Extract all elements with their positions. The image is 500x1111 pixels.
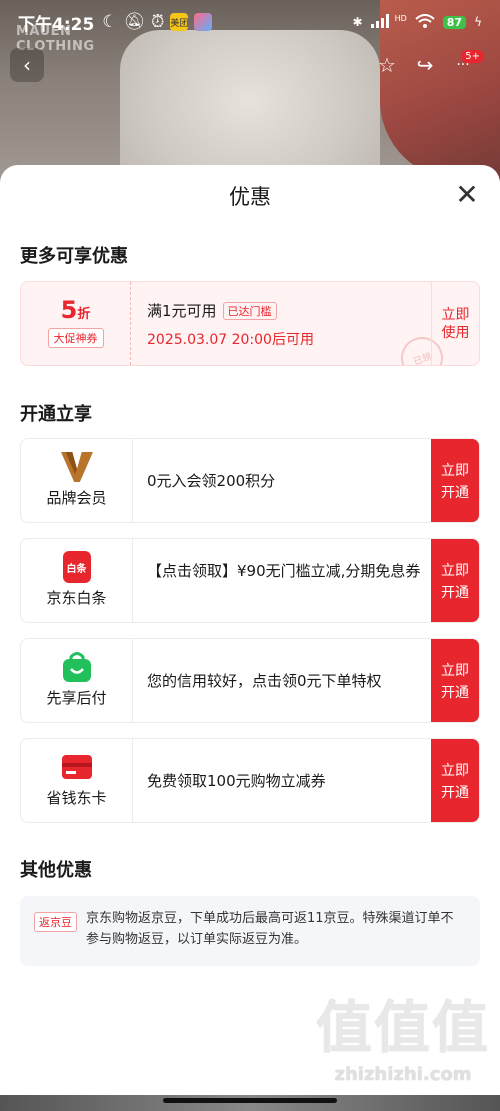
- service-card-brand-member[interactable]: 品牌会员 0元入会领200积分 立即开通: [20, 438, 480, 523]
- jingdou-rebate-text: 京东购物返京豆，下单成功后最高可返11京豆。特殊渠道订单不参与购物返豆，以订单实…: [86, 911, 454, 947]
- jingdou-tag: 返京豆: [34, 912, 77, 932]
- favorite-button[interactable]: ☆: [370, 48, 404, 82]
- service-left-panel: 品牌会员: [21, 439, 133, 522]
- service-left-panel: 先享后付: [21, 639, 133, 722]
- coupon-condition: 满1元可用: [147, 302, 217, 320]
- status-time: 下午4:25: [18, 14, 95, 35]
- section-title-other-discounts: 其他优惠: [20, 860, 92, 881]
- coupon-discount: 5折: [21, 296, 130, 324]
- meituan-app-icon: 美团: [170, 13, 188, 31]
- service-description: 【点击领取】¥90无门槛立减,分期免息券: [147, 562, 421, 580]
- signal-icon: [370, 13, 393, 31]
- open-button-line1: 立即: [441, 762, 469, 779]
- wifi-icon: [415, 13, 435, 31]
- moon-icon: ☾: [102, 12, 118, 32]
- service-description: 0元入会领200积分: [147, 472, 276, 490]
- bluetooth-icon: ✱: [352, 15, 363, 29]
- section-title-more-discounts: 更多可享优惠: [20, 246, 128, 267]
- service-card-pay-later[interactable]: 先享后付 您的信用较好，点击领0元下单特权 立即开通: [20, 638, 480, 723]
- coupon-tag: 大促神券: [47, 328, 104, 348]
- site-watermark: 值值值 zhizhizhi.com: [316, 983, 490, 1085]
- close-button[interactable]: ✕: [452, 180, 482, 210]
- watermark-url: zhizhizhi.com: [334, 1064, 472, 1085]
- coupon-card[interactable]: 5折 大促神券 满1元可用 已达门槛 2025.03.07 20:00后可用 已…: [20, 281, 480, 366]
- discount-bottom-sheet: 优惠 ✕ 更多可享优惠 5折 大促神券 满1元可用 已达门槛 2025.03.0…: [0, 165, 500, 1111]
- service-card-jd-baitiao[interactable]: 白条 京东白条 【点击领取】¥90无门槛立减,分期免息券 立即开通: [20, 538, 480, 623]
- hd-label: HD: [394, 13, 407, 23]
- product-nav-bar: ‹ ☆ ↪ ··· 5+: [0, 48, 500, 88]
- coupon-discount-value: 5: [60, 296, 78, 324]
- alarm-icon: ⏰︎: [151, 12, 165, 32]
- use-button-line2: 使用: [441, 324, 470, 341]
- open-now-button[interactable]: 立即 开通: [431, 439, 479, 522]
- coupon-info: 满1元可用 已达门槛 2025.03.07 20:00后可用: [147, 300, 314, 349]
- open-button-line2: 开通: [441, 484, 469, 501]
- service-name: 省钱东卡: [46, 789, 107, 807]
- sheet-title: 优惠: [229, 185, 271, 209]
- status-icons: ☾ 🔕︎ ⏰︎ 美团: [102, 12, 213, 32]
- home-indicator[interactable]: [163, 1098, 337, 1103]
- back-button[interactable]: ‹: [10, 48, 44, 82]
- coupon-discount-unit: 折: [77, 307, 91, 322]
- gallery-app-icon: [194, 13, 213, 31]
- open-now-button[interactable]: 立即 开通: [431, 739, 479, 822]
- back-icon: ‹: [23, 53, 31, 77]
- coupon-left-panel: 5折 大促神券: [21, 282, 131, 365]
- charging-icon: ϟ: [474, 15, 482, 29]
- star-icon: ☆: [378, 53, 396, 77]
- jingdou-rebate-card: 返京豆 京东购物返京豆，下单成功后最高可返11京豆。特殊渠道订单不参与购物返豆，…: [20, 896, 480, 966]
- service-left-panel: 白条 京东白条: [21, 539, 133, 622]
- service-card-savings-card[interactable]: 省钱东卡 免费领取100元购物立减券 立即开通: [20, 738, 480, 823]
- service-description: 免费领取100元购物立减券: [147, 772, 326, 790]
- status-right-icons: ✱ HD 87 ϟ: [352, 13, 482, 31]
- brand-member-icon: [60, 451, 93, 483]
- open-now-button[interactable]: 立即 开通: [431, 539, 479, 622]
- service-left-panel: 省钱东卡: [21, 739, 133, 822]
- shopping-bag-icon: [61, 651, 93, 683]
- use-button-line1: 立即: [441, 306, 470, 323]
- close-icon: ✕: [455, 178, 479, 211]
- open-button-line2: 开通: [441, 784, 469, 801]
- use-coupon-button[interactable]: 立即 使用: [431, 282, 479, 365]
- service-name: 先享后付: [46, 689, 107, 707]
- status-bar: 下午4:25 ☾ 🔕︎ ⏰︎ 美团 ✱ HD 87 ϟ: [0, 0, 500, 44]
- service-name: 品牌会员: [46, 489, 107, 507]
- open-button-line1: 立即: [441, 562, 469, 579]
- share-icon: ↪: [416, 53, 434, 77]
- watermark-logo: 值值值: [316, 996, 490, 1061]
- coupon-valid-time: 2025.03.07 20:00后可用: [147, 332, 314, 348]
- more-button[interactable]: ··· 5+: [446, 48, 484, 82]
- section-title-open-benefits: 开通立享: [20, 404, 92, 425]
- open-button-line2: 开通: [441, 684, 469, 701]
- coupon-condition-row: 满1元可用 已达门槛: [147, 300, 314, 321]
- open-button-line1: 立即: [441, 462, 469, 479]
- coupon-reached-badge: 已达门槛: [222, 301, 277, 320]
- more-badge: 5+: [461, 50, 484, 63]
- baitiao-icon: 白条: [62, 551, 91, 583]
- card-icon: [61, 751, 93, 783]
- share-button[interactable]: ↪: [408, 48, 442, 82]
- open-button-line2: 开通: [441, 584, 469, 601]
- service-name: 京东白条: [46, 589, 107, 607]
- service-description: 您的信用较好，点击领0元下单特权: [147, 672, 382, 690]
- open-button-line1: 立即: [441, 662, 469, 679]
- battery-indicator: 87: [442, 15, 467, 29]
- silent-bell-icon: 🔕︎: [123, 12, 146, 32]
- open-now-button[interactable]: 立即 开通: [431, 639, 479, 722]
